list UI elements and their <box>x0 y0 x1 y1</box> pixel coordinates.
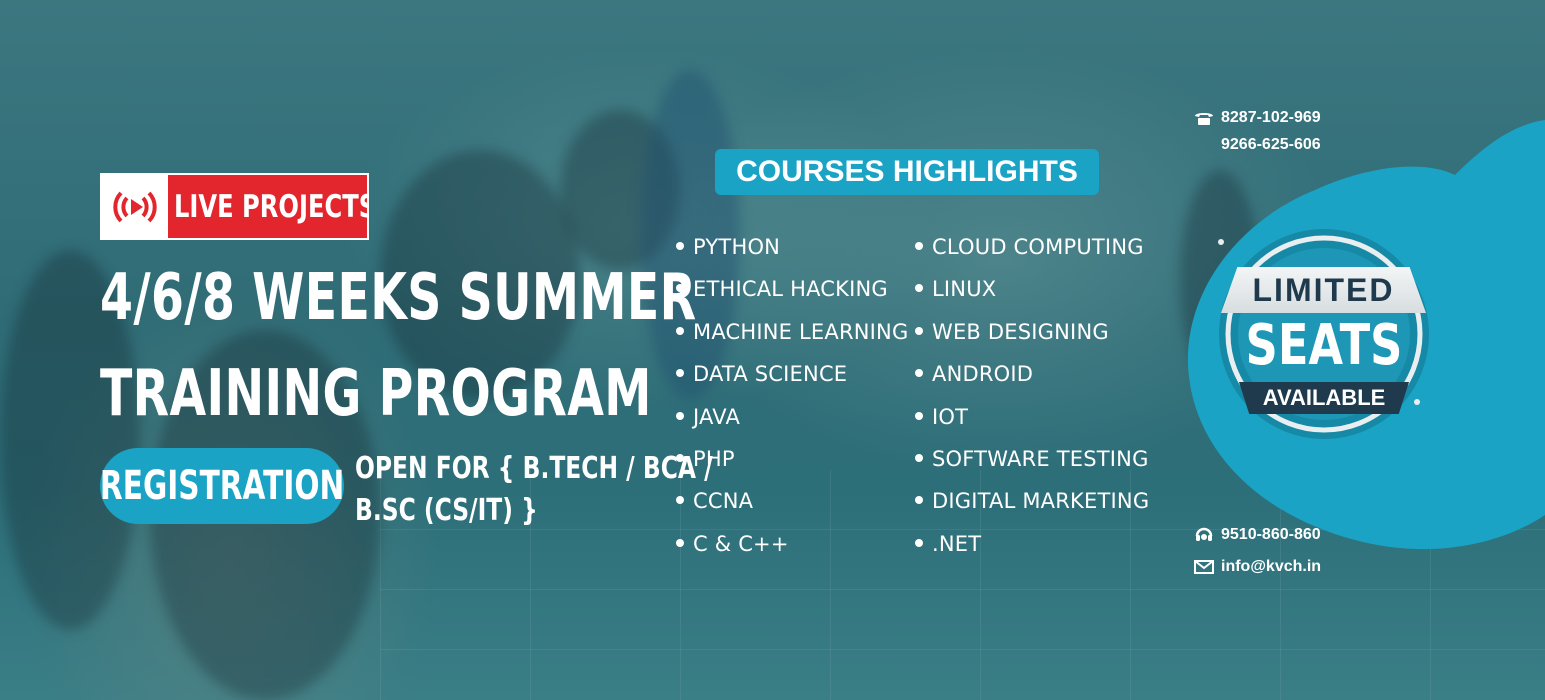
course-item: DATA SCIENCE <box>676 353 908 395</box>
course-item: IOT <box>915 396 1149 438</box>
course-label: ANDROID <box>932 362 1034 387</box>
badge-label-box: LIVE PROJECTS <box>168 175 367 238</box>
courses-highlights-title: COURSES HIGHLIGHTS <box>715 149 1099 195</box>
badge-label: LIVE PROJECTS <box>174 188 367 225</box>
limited-seats-seal: LIMITED SEATS AVAILABLE <box>1199 222 1449 442</box>
headset-icon <box>1193 524 1215 546</box>
seal-limited-text: LIMITED <box>1221 267 1426 313</box>
course-label: WEB DESIGNING <box>932 319 1109 344</box>
seal-available-text: AVAILABLE <box>1239 382 1409 414</box>
course-item: MACHINE LEARNING <box>676 311 908 353</box>
bullet-icon <box>676 453 684 462</box>
bullet-icon <box>915 284 923 293</box>
course-label: LINUX <box>932 277 997 302</box>
course-item: SOFTWARE TESTING <box>915 438 1149 480</box>
course-label: SOFTWARE TESTING <box>932 446 1149 471</box>
course-item: LINUX <box>915 268 1149 310</box>
course-item: JAVA <box>676 396 908 438</box>
course-item: C & C++ <box>676 523 908 565</box>
course-item: PYTHON <box>676 226 908 268</box>
course-list-left: PYTHON ETHICAL HACKING MACHINE LEARNING … <box>676 226 908 565</box>
course-label: ETHICAL HACKING <box>693 277 888 302</box>
eligibility-text: OPEN FOR { B.TECH / BCA / B.SC (CS/IT) } <box>355 448 713 532</box>
phone-contact-1[interactable]: 8287-102-969 <box>1193 107 1321 129</box>
course-label: C & C++ <box>693 531 789 556</box>
course-item: CLOUD COMPUTING <box>915 226 1149 268</box>
bullet-icon <box>676 326 684 335</box>
email-contact[interactable]: info@kvch.in <box>1193 556 1321 578</box>
course-label: CCNA <box>693 489 754 514</box>
course-label: DIGITAL MARKETING <box>932 489 1150 514</box>
mail-icon <box>1193 556 1215 578</box>
bullet-icon <box>676 496 684 505</box>
course-label: .NET <box>932 531 982 556</box>
course-label: CLOUD COMPUTING <box>932 235 1144 259</box>
bullet-icon <box>915 453 923 462</box>
course-item: .NET <box>915 523 1149 565</box>
course-item: DIGITAL MARKETING <box>915 480 1149 522</box>
bullet-icon <box>676 411 684 420</box>
bullet-icon <box>676 369 684 378</box>
support-number: 9510-860-860 <box>1221 526 1321 543</box>
phone-number: 8287-102-969 <box>1221 109 1321 126</box>
eligibility-line-1: OPEN FOR { B.TECH / BCA / <box>355 451 713 486</box>
course-label: MACHINE LEARNING <box>693 319 909 344</box>
eligibility-line-2: B.SC (CS/IT) } <box>355 493 538 528</box>
bullet-icon <box>915 411 923 420</box>
course-item: CCNA <box>676 480 908 522</box>
bullet-icon <box>676 538 684 547</box>
course-label: JAVA <box>693 404 741 429</box>
email-address: info@kvch.in <box>1221 558 1322 575</box>
phone-contact-2[interactable]: 9266-625-606 <box>1221 136 1321 154</box>
course-label: PHP <box>693 446 735 471</box>
bullet-icon <box>676 284 684 293</box>
live-broadcast-icon <box>102 175 168 238</box>
program-headline: 4/6/8 WEEKS SUMMER TRAINING PROGRAM <box>100 250 696 442</box>
course-label: DATA SCIENCE <box>693 362 848 387</box>
live-projects-badge: LIVE PROJECTS <box>100 173 369 240</box>
bullet-icon <box>915 369 923 378</box>
course-label: PYTHON <box>693 235 781 259</box>
bullet-icon <box>676 242 684 250</box>
headline-line-2: TRAINING PROGRAM <box>100 357 652 431</box>
course-item: PHP <box>676 438 908 480</box>
registration-button[interactable]: REGISTRATION <box>100 448 344 524</box>
support-contact[interactable]: 9510-860-860 <box>1193 524 1321 546</box>
course-label: IOT <box>932 404 969 429</box>
bullet-icon <box>915 326 923 335</box>
telephone-icon <box>1193 107 1215 129</box>
course-item: WEB DESIGNING <box>915 311 1149 353</box>
course-item: ANDROID <box>915 353 1149 395</box>
bullet-icon <box>915 496 923 505</box>
course-list-right: CLOUD COMPUTING LINUX WEB DESIGNING ANDR… <box>915 226 1149 565</box>
registration-label: REGISTRATION <box>99 463 345 509</box>
headline-line-1: 4/6/8 WEEKS SUMMER <box>100 261 697 335</box>
bullet-icon <box>915 538 923 547</box>
phone-number: 9266-625-606 <box>1221 136 1321 153</box>
seal-seats-text: SEATS <box>1245 313 1403 378</box>
bullet-icon <box>915 242 923 250</box>
course-item: ETHICAL HACKING <box>676 268 908 310</box>
